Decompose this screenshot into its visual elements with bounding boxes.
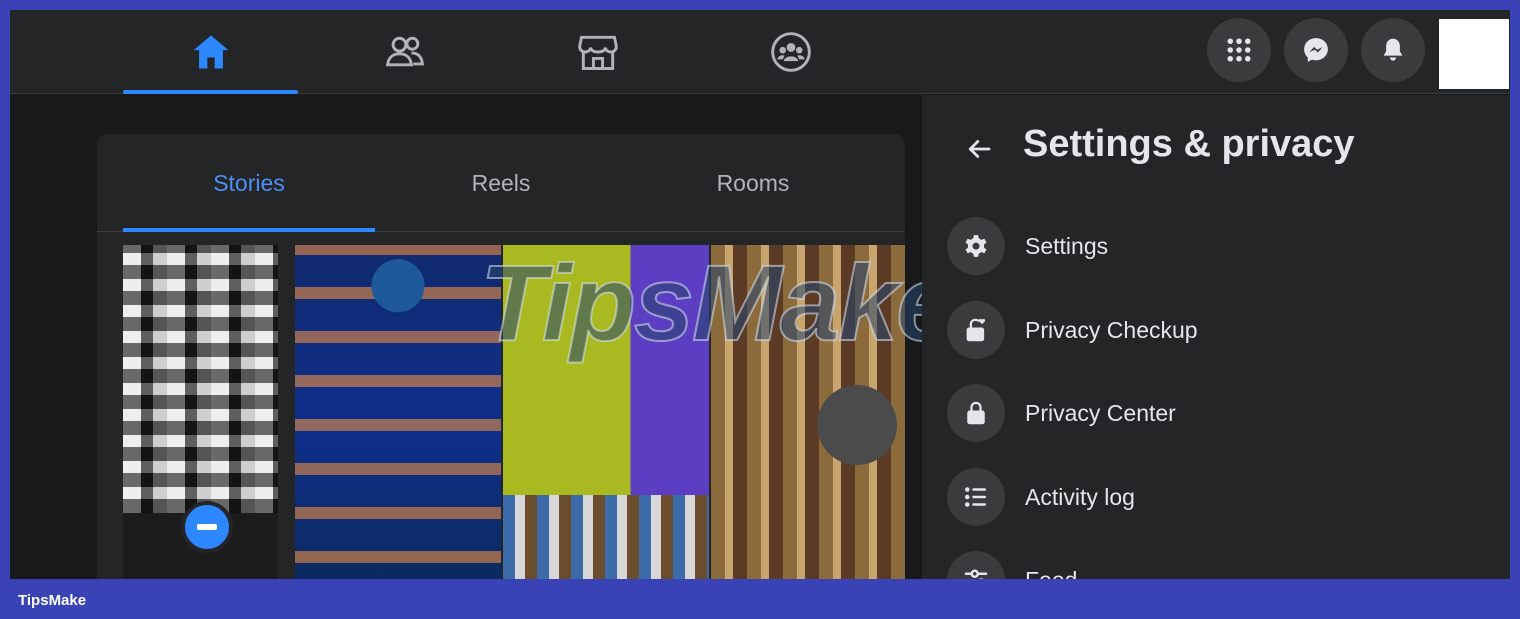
story-thumbnails	[123, 245, 905, 579]
nav-tab-home[interactable]	[123, 10, 298, 94]
home-icon	[193, 35, 228, 69]
back-button[interactable]	[959, 129, 999, 169]
marketplace-icon	[577, 35, 618, 70]
create-story-button[interactable]	[181, 501, 233, 553]
menu-item-label: Activity log	[1025, 483, 1135, 510]
screenshot-frame: Stories Reels Rooms TipsMake.com Setting…	[10, 10, 1510, 579]
groups-icon	[770, 32, 811, 72]
top-navigation-bar	[10, 10, 1510, 94]
menu-item-activity-log[interactable]: Activity log	[947, 462, 1487, 532]
menu-item-privacy-checkup[interactable]: Privacy Checkup	[947, 295, 1487, 365]
lock-icon	[947, 384, 1005, 442]
story-thumbnail[interactable]	[711, 245, 905, 579]
messenger-icon	[1304, 38, 1328, 62]
menu-item-label: Feed	[1025, 567, 1077, 580]
notifications-button[interactable]	[1361, 18, 1425, 82]
panel-title: Settings & privacy	[1023, 123, 1355, 165]
list-icon	[947, 468, 1005, 526]
tab-rooms[interactable]: Rooms	[627, 134, 879, 232]
story-thumbnail[interactable]	[295, 245, 501, 579]
menu-item-label: Privacy Center	[1025, 399, 1176, 426]
messenger-button[interactable]	[1284, 18, 1348, 82]
menu-item-label: Settings	[1025, 232, 1109, 259]
sliders-icon	[947, 551, 1005, 579]
footer-brand-label: TipsMake	[18, 592, 87, 609]
account-avatar[interactable]	[1439, 19, 1509, 89]
lock-heart-icon	[947, 301, 1005, 359]
menu-grid-icon	[1227, 38, 1251, 62]
nav-tab-marketplace[interactable]	[510, 10, 685, 94]
menu-item-label: Privacy Checkup	[1025, 316, 1198, 343]
menu-item-settings[interactable]: Settings	[947, 211, 1487, 281]
menu-item-privacy-center[interactable]: Privacy Center	[947, 378, 1487, 448]
tab-reels[interactable]: Reels	[375, 134, 627, 232]
gear-icon	[947, 217, 1005, 275]
tab-stories[interactable]: Stories	[123, 134, 375, 232]
nav-tab-friends[interactable]	[317, 10, 492, 94]
arrow-left-icon	[968, 140, 991, 158]
stories-tab-bar: Stories Reels Rooms	[97, 134, 905, 232]
menu-item-feed[interactable]: Feed	[947, 545, 1487, 579]
settings-privacy-panel: Settings & privacy Settings Privacy Chec…	[922, 95, 1510, 579]
story-thumbnail[interactable]	[503, 245, 709, 579]
stories-card: Stories Reels Rooms	[97, 134, 905, 579]
friends-icon	[385, 36, 424, 67]
nav-tab-groups[interactable]	[703, 10, 878, 94]
menu-button[interactable]	[1207, 18, 1271, 82]
notifications-bell-icon	[1383, 38, 1403, 61]
